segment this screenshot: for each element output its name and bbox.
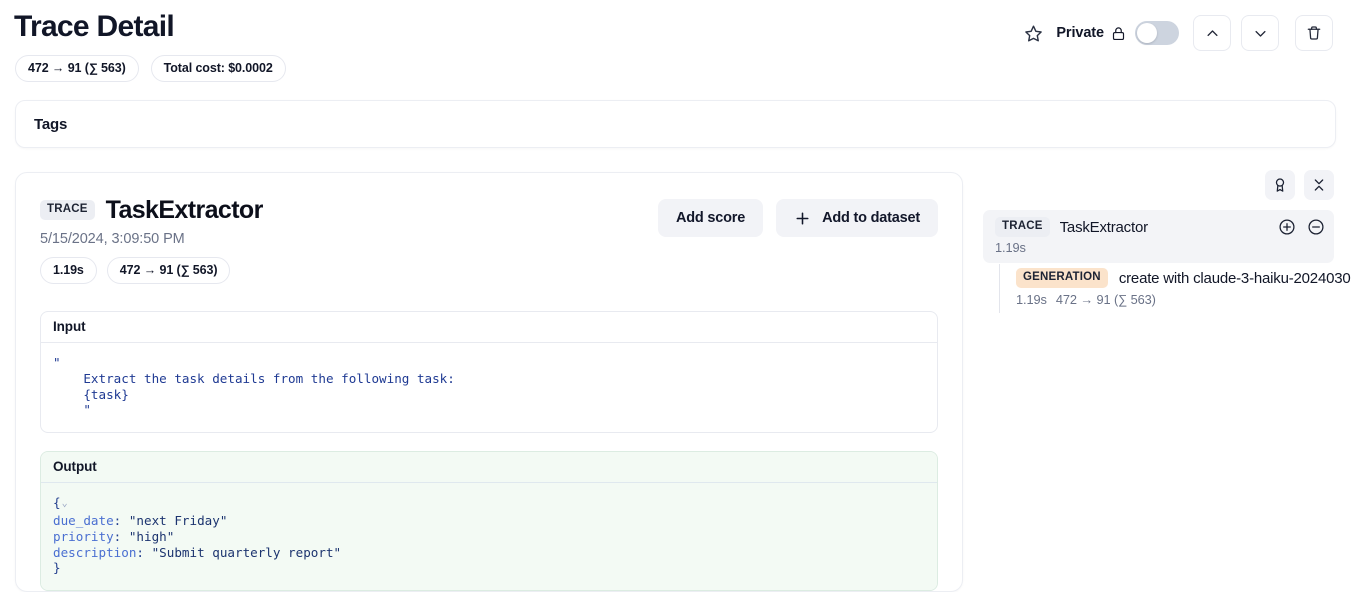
- output-content: {⌄ due_date: "next Friday" priority: "hi…: [41, 483, 937, 591]
- generation-latency: 1.19s: [1016, 292, 1047, 307]
- trace-identity: TRACE TaskExtractor 5/15/2024, 3:09:50 P…: [40, 195, 263, 284]
- generation-type-badge: GENERATION: [1016, 268, 1108, 288]
- observation-panel: TRACE TaskExtractor 1.19s GENERATION cre…: [963, 170, 1351, 313]
- chevron-up-icon: [1205, 26, 1220, 41]
- tree-row-actions: [1277, 218, 1325, 237]
- tags-title: Tags: [34, 115, 68, 133]
- next-trace-button[interactable]: [1241, 15, 1279, 51]
- add-score-button[interactable]: Add score: [657, 199, 764, 237]
- delete-trace-button[interactable]: [1295, 15, 1333, 51]
- observation-tree: TRACE TaskExtractor 1.19s GENERATION cre…: [983, 210, 1351, 313]
- generation-tokens: 472 → 91 (∑ 563): [1055, 292, 1156, 307]
- tree-row-generation[interactable]: GENERATION create with claude-3-haiku-20…: [1014, 264, 1351, 313]
- page-header: Trace Detail Private: [8, 0, 1343, 51]
- tree-trace-meta: 1.19s: [995, 240, 1325, 255]
- total-cost-pill: Total cost: $0.0002: [150, 54, 286, 82]
- trace-title-line: TRACE TaskExtractor: [40, 195, 263, 225]
- scores-button[interactable]: [1265, 170, 1295, 200]
- star-icon[interactable]: [1020, 20, 1046, 46]
- collapse-vertical-icon: [1311, 177, 1327, 193]
- chevron-down-icon: [1253, 26, 1268, 41]
- tree-trace-latency: 1.19s: [995, 240, 1026, 255]
- trace-card-header: TRACE TaskExtractor 5/15/2024, 3:09:50 P…: [40, 195, 938, 284]
- tree-trace-badge: TRACE: [995, 217, 1050, 237]
- header-actions: Private: [1020, 8, 1335, 51]
- plus-circle-icon[interactable]: [1277, 218, 1296, 237]
- tree-trace-name: TaskExtractor: [1059, 218, 1148, 236]
- trace-stats-row: 472 → 91 (∑ 563) Total cost: $0.0002: [8, 48, 1343, 84]
- award-icon: [1272, 177, 1288, 193]
- input-box: Input " Extract the task details from th…: [40, 311, 938, 434]
- trace-card-actions: Add score Add to dataset: [657, 195, 938, 237]
- token-usage-pill: 472 → 91 (∑ 563): [15, 54, 139, 82]
- trace-body: TRACE TaskExtractor 5/15/2024, 3:09:50 P…: [8, 170, 1351, 592]
- previous-trace-button[interactable]: [1193, 15, 1231, 51]
- json-value-1: "high": [128, 528, 175, 544]
- generation-name: create with claude-3-haiku-20240307: [1118, 269, 1351, 287]
- tags-card[interactable]: Tags: [15, 100, 1336, 148]
- tree-row-trace[interactable]: TRACE TaskExtractor 1.19s: [983, 210, 1334, 263]
- trace-name: TaskExtractor: [105, 196, 264, 224]
- minus-circle-icon[interactable]: [1306, 218, 1325, 237]
- generation-meta: 1.19s 472 → 91 (∑ 563): [1016, 292, 1334, 307]
- trace-latency-pill: 1.19s: [40, 257, 97, 284]
- trace-metric-pills: 1.19s 472 → 91 (∑ 563): [40, 257, 263, 284]
- trace-navigation: [1193, 15, 1279, 51]
- add-to-dataset-button[interactable]: Add to dataset: [776, 199, 938, 237]
- privacy-label: Private: [1056, 25, 1104, 41]
- json-value-2: "Submit quarterly report": [151, 544, 342, 560]
- observation-toolbar: [983, 170, 1334, 200]
- tree-row-generation-top: GENERATION create with claude-3-haiku-20…: [1016, 268, 1351, 288]
- output-header: Output: [41, 452, 937, 484]
- privacy-control: Private: [1056, 21, 1179, 45]
- trace-timestamp: 5/15/2024, 3:09:50 PM: [40, 231, 185, 247]
- tree-children: GENERATION create with claude-3-haiku-20…: [999, 264, 1351, 313]
- input-header: Input: [41, 312, 937, 343]
- input-content: " Extract the task details from the foll…: [53, 355, 455, 418]
- add-to-dataset-label: Add to dataset: [822, 210, 920, 226]
- plus-icon: [794, 210, 811, 227]
- add-score-label: Add score: [675, 210, 746, 226]
- json-close-brace: }: [53, 560, 61, 576]
- json-key-1: priority: [53, 528, 114, 544]
- json-key-2: description: [53, 544, 137, 560]
- trace-detail-card: TRACE TaskExtractor 5/15/2024, 3:09:50 P…: [15, 172, 963, 592]
- json-open-brace: {: [53, 495, 61, 511]
- collapse-all-button[interactable]: [1304, 170, 1334, 200]
- output-box: Output {⌄ due_date: "next Friday" priori…: [40, 451, 938, 591]
- privacy-toggle[interactable]: [1135, 21, 1179, 45]
- trace-detail-page: Trace Detail Private 472 → 91 (∑ 563) To…: [0, 0, 1351, 592]
- json-collapse-caret[interactable]: ⌄: [62, 496, 68, 512]
- page-title: Trace Detail: [14, 10, 175, 43]
- json-value-0: "next Friday": [128, 512, 228, 528]
- trash-icon: [1306, 25, 1322, 41]
- json-key-0: due_date: [53, 512, 114, 528]
- lock-icon: [1111, 25, 1126, 42]
- toggle-knob: [1137, 23, 1157, 43]
- trace-type-badge: TRACE: [40, 200, 95, 220]
- trace-tokens-pill: 472 → 91 (∑ 563): [106, 257, 231, 284]
- tree-row-trace-top: TRACE TaskExtractor: [995, 217, 1325, 237]
